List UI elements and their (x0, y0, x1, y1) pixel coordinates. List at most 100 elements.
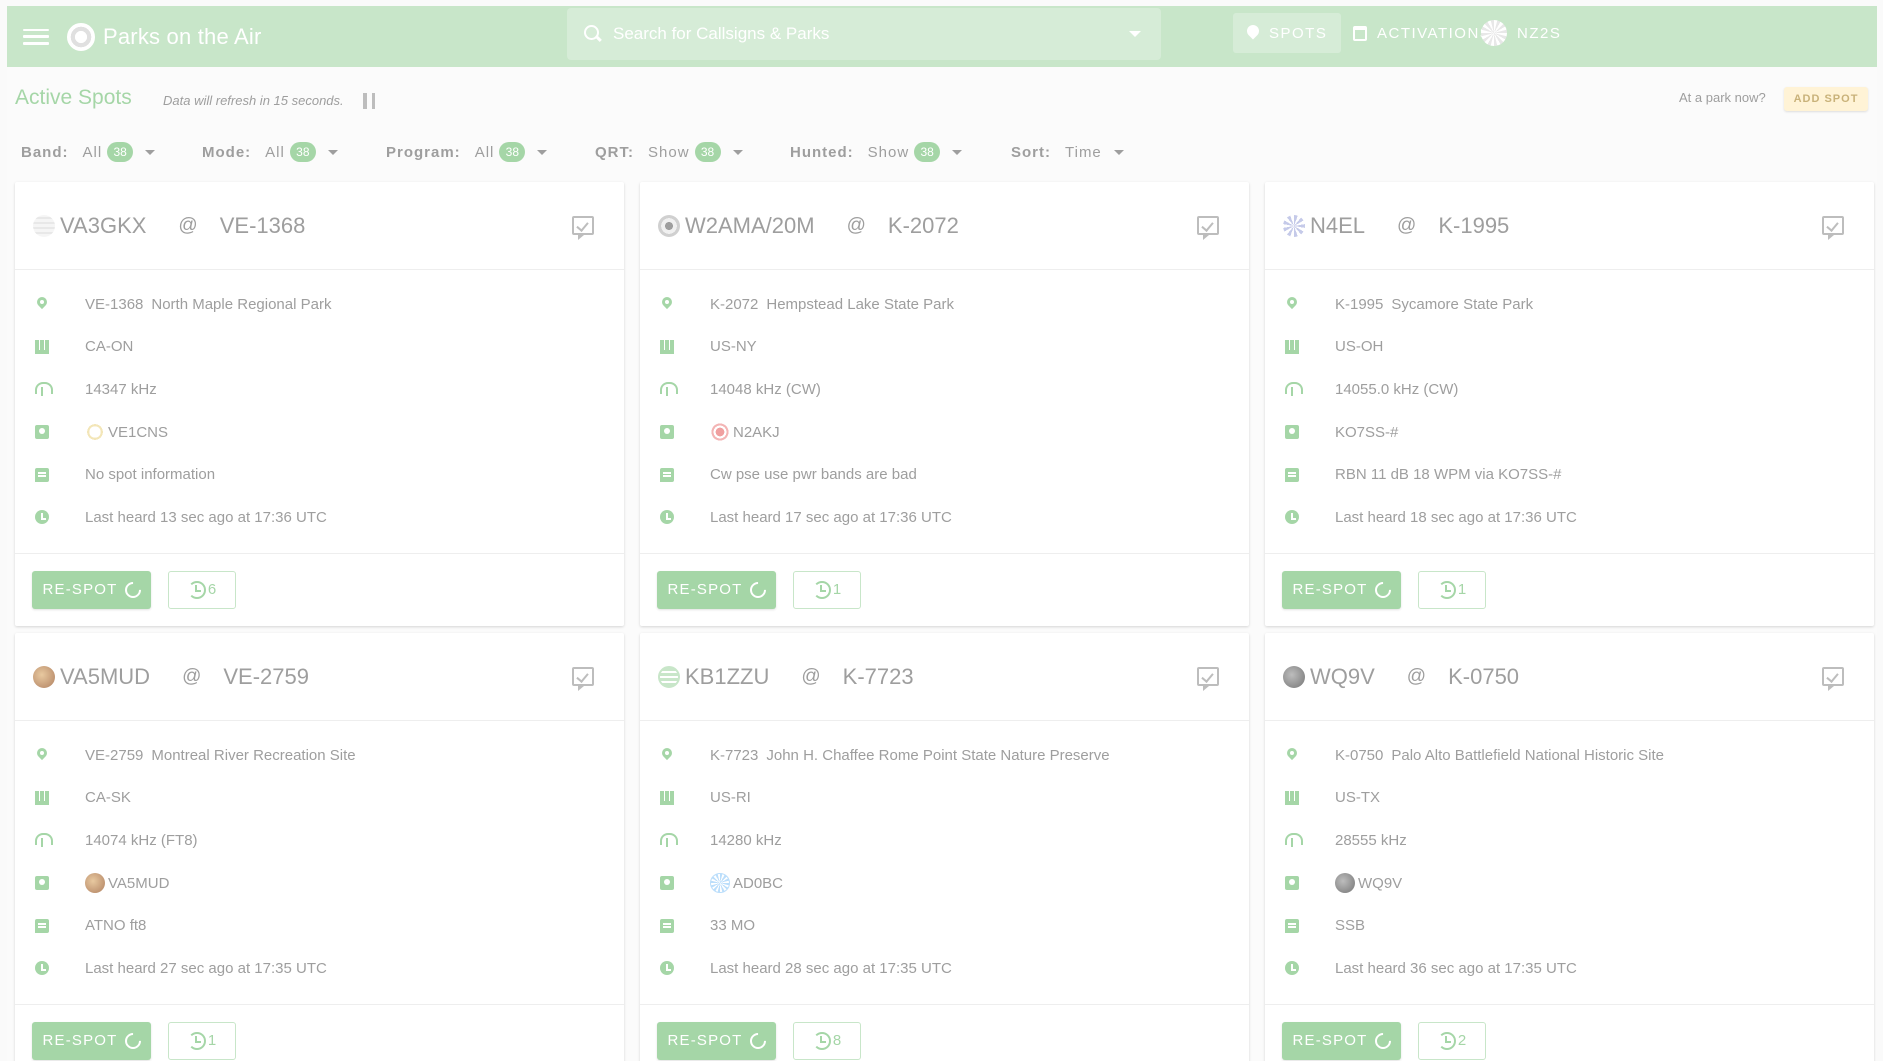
city-icon (35, 790, 49, 805)
spotter-callsign[interactable]: AD0BC (733, 875, 783, 892)
frequency-text[interactable]: 14347 kHz (85, 381, 157, 398)
activator-callsign[interactable]: WQ9V (1310, 664, 1375, 690)
spot-history-button[interactable]: 6 (168, 570, 236, 609)
spotter-avatar[interactable] (85, 873, 105, 894)
spotter-callsign[interactable]: VE1CNS (108, 424, 168, 441)
spot-history-button[interactable]: 1 (793, 570, 861, 609)
spotter-callsign[interactable]: VA5MUD (108, 875, 169, 892)
chat-check-icon[interactable] (1197, 216, 1219, 240)
spot-history-button[interactable]: 8 (793, 1021, 861, 1060)
spotter-callsign[interactable]: WQ9V (1358, 875, 1402, 892)
spot-card-header: VA5MUD @ VE-2759 (15, 633, 624, 721)
spotter-callsign[interactable]: N2AKJ (733, 424, 780, 441)
respot-label: RE-SPOT (667, 581, 743, 599)
location-text: CA-SK (85, 789, 131, 807)
park-ref-text[interactable]: VE-1368 (85, 296, 143, 313)
activator-callsign[interactable]: KB1ZZU (685, 664, 769, 690)
spot-history-button[interactable]: 2 (1418, 1021, 1486, 1060)
chevron-down-icon (1113, 149, 1124, 155)
chat-check-icon[interactable] (1822, 216, 1844, 240)
add-spot-button[interactable]: ADD SPOT (1784, 87, 1868, 111)
filter-hunted[interactable]: Hunted: Show 38 (790, 140, 963, 164)
chevron-down-icon[interactable] (1129, 31, 1141, 37)
spotter-callsign[interactable]: KO7SS-# (1335, 424, 1398, 441)
activator-callsign[interactable]: VA5MUD (60, 664, 150, 690)
park-ref-text[interactable]: K-1995 (1335, 296, 1383, 313)
chat-check-icon[interactable] (1822, 667, 1844, 691)
search-input[interactable]: Search for Callsigns & Parks (567, 8, 1161, 60)
park-reference[interactable]: VE-1368 (220, 213, 306, 239)
refresh-icon (746, 1029, 769, 1052)
nav-spots-button[interactable]: SPOTS (1233, 13, 1342, 53)
filter-qrt[interactable]: QRT: Show 38 (595, 140, 743, 164)
park-reference[interactable]: K-0750 (1448, 664, 1519, 690)
location-row: CA-SK (15, 777, 624, 820)
pause-icon[interactable] (363, 93, 375, 109)
spot-actions: RE-SPOT 1 (640, 554, 1249, 626)
filter-qrt-value: Show (648, 143, 690, 161)
frequency-text[interactable]: 14074 kHz (FT8) (85, 832, 198, 849)
activator-avatar[interactable] (658, 665, 680, 688)
activator-avatar[interactable] (1283, 214, 1305, 237)
frequency-text[interactable]: 28555 kHz (1335, 832, 1407, 849)
park-ref-text[interactable]: VE-2759 (85, 747, 143, 764)
park-reference[interactable]: VE-2759 (223, 664, 309, 690)
spotter-avatar[interactable] (710, 873, 730, 894)
activator-avatar[interactable] (658, 214, 680, 237)
activator-callsign[interactable]: N4EL (1310, 213, 1365, 239)
chat-check-icon[interactable] (572, 667, 594, 691)
activator-avatar[interactable] (33, 665, 55, 688)
park-ref-text[interactable]: K-2072 (710, 296, 758, 313)
park-name[interactable]: Montreal River Recreation Site (151, 747, 355, 764)
respot-button[interactable]: RE-SPOT (657, 570, 776, 609)
chat-check-icon[interactable] (1197, 667, 1219, 691)
park-ref-text[interactable]: K-0750 (1335, 747, 1383, 764)
frequency-text[interactable]: 14048 kHz (CW) (710, 381, 821, 398)
chat-check-icon[interactable] (572, 216, 594, 240)
respot-button[interactable]: RE-SPOT (1282, 570, 1401, 609)
park-reference[interactable]: K-7723 (843, 664, 914, 690)
activator-avatar[interactable] (1283, 665, 1305, 688)
menu-icon[interactable] (23, 27, 49, 47)
activator-avatar[interactable] (33, 214, 55, 237)
park-row: VE-1368 North Maple Regional Park (15, 283, 624, 326)
location-pin-icon (35, 748, 49, 762)
filter-mode[interactable]: Mode: All 38 (202, 140, 338, 164)
spot-history-button[interactable]: 1 (168, 1021, 236, 1060)
filter-band[interactable]: Band: All 38 (21, 140, 156, 164)
park-ref-text[interactable]: K-7723 (710, 747, 758, 764)
park-reference[interactable]: K-2072 (888, 213, 959, 239)
spotter-avatar[interactable] (1335, 873, 1355, 894)
park-name[interactable]: John H. Chaffee Rome Point State Nature … (766, 747, 1109, 764)
filter-program[interactable]: Program: All 38 (386, 140, 548, 164)
activator-callsign[interactable]: VA3GKX (60, 213, 146, 239)
pota-logo-icon[interactable] (67, 22, 95, 51)
park-name[interactable]: Palo Alto Battlefield National Historic … (1391, 747, 1664, 764)
frequency-text[interactable]: 14280 kHz (710, 832, 782, 849)
filter-sort[interactable]: Sort: Time (1011, 140, 1124, 164)
frequency-text[interactable]: 14055.0 kHz (CW) (1335, 381, 1458, 398)
respot-button[interactable]: RE-SPOT (657, 1021, 776, 1060)
brand-title[interactable]: Parks on the Air (103, 24, 262, 50)
respot-button[interactable]: RE-SPOT (1282, 1021, 1401, 1060)
spotter-avatar[interactable] (710, 422, 730, 443)
chevron-down-icon (732, 149, 743, 155)
spot-history-button[interactable]: 1 (1418, 570, 1486, 609)
user-callsign: NZ2S (1517, 24, 1562, 42)
activator-callsign[interactable]: W2AMA/20M (685, 213, 815, 239)
respot-button[interactable]: RE-SPOT (32, 570, 151, 609)
park-name[interactable]: Sycamore State Park (1391, 296, 1533, 313)
spot-actions: RE-SPOT 2 (1265, 1005, 1874, 1061)
at-symbol: @ (1397, 214, 1417, 236)
park-name[interactable]: North Maple Regional Park (151, 296, 331, 313)
refresh-icon (121, 1029, 144, 1052)
spotter-row: N2AKJ (640, 411, 1249, 454)
park-reference[interactable]: K-1995 (1438, 213, 1509, 239)
respot-button[interactable]: RE-SPOT (32, 1021, 151, 1060)
comment-icon (1285, 918, 1299, 933)
spotter-avatar[interactable] (85, 422, 105, 443)
user-menu-button[interactable]: NZ2S (1467, 13, 1575, 53)
spot-actions: RE-SPOT 8 (640, 1005, 1249, 1061)
location-text: US-OH (1335, 338, 1384, 356)
park-name[interactable]: Hempstead Lake State Park (766, 296, 954, 313)
